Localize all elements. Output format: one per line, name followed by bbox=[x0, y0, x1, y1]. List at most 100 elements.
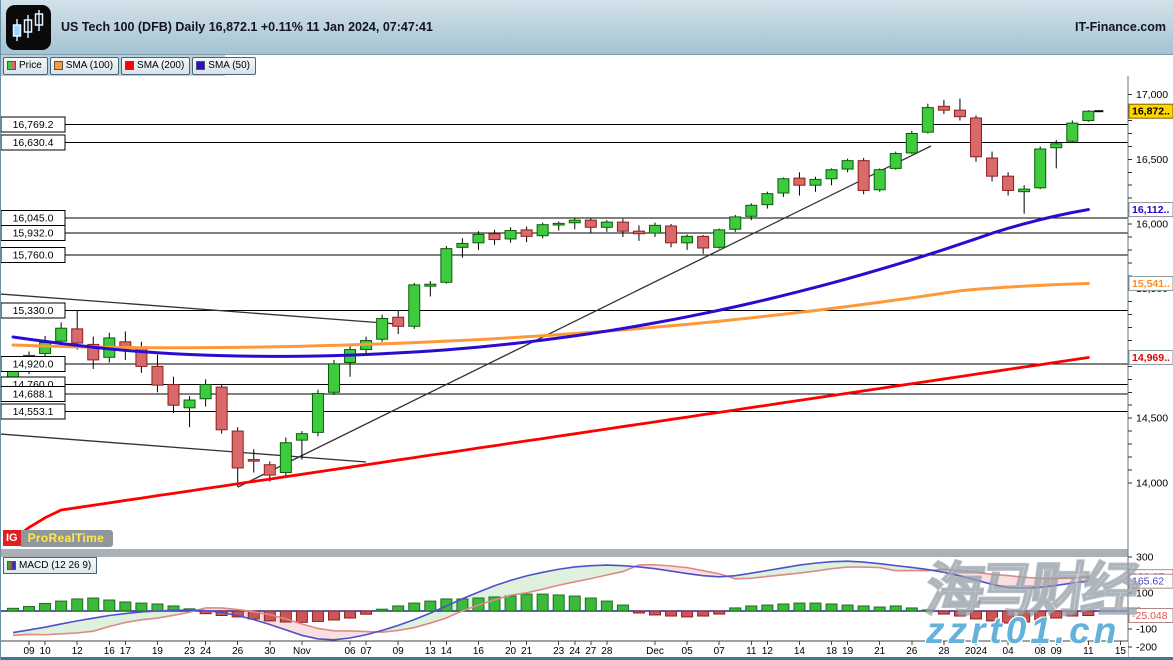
chart-canvas[interactable]: 16,769.216,630.416,045.015,932.015,760.0… bbox=[1, 76, 1173, 660]
candle bbox=[216, 384, 227, 434]
svg-text:19: 19 bbox=[152, 646, 164, 657]
candle bbox=[473, 231, 484, 250]
svg-text:16,500: 16,500 bbox=[1136, 154, 1168, 166]
sma50-color-chip bbox=[196, 61, 205, 70]
sma50-legend-button[interactable]: SMA (50) bbox=[192, 57, 256, 75]
svg-text:14: 14 bbox=[441, 646, 453, 657]
candle bbox=[987, 152, 998, 182]
svg-text:16: 16 bbox=[473, 646, 485, 657]
candle bbox=[601, 220, 612, 232]
svg-text:11: 11 bbox=[1083, 646, 1094, 657]
ig-prorealtime-logo[interactable]: IG ProRealTime bbox=[3, 529, 113, 547]
candle bbox=[906, 131, 917, 154]
candle bbox=[954, 99, 965, 121]
svg-text:27: 27 bbox=[585, 646, 597, 657]
candle bbox=[296, 431, 307, 459]
svg-text:28: 28 bbox=[601, 646, 613, 657]
candle bbox=[569, 218, 580, 229]
ig-logo: IG bbox=[3, 530, 21, 546]
svg-text:26: 26 bbox=[232, 646, 244, 657]
sma200-legend-button[interactable]: SMA (200) bbox=[121, 57, 190, 75]
svg-text:23: 23 bbox=[553, 646, 565, 657]
svg-text:21: 21 bbox=[521, 646, 533, 657]
price-legend-label: Price bbox=[19, 60, 42, 71]
svg-text:15,330.0: 15,330.0 bbox=[13, 305, 54, 317]
svg-text:05: 05 bbox=[682, 646, 694, 657]
candle bbox=[858, 158, 869, 194]
candle bbox=[1035, 146, 1046, 189]
macd-color-chip bbox=[7, 561, 16, 570]
candle bbox=[714, 229, 725, 249]
candle bbox=[312, 390, 323, 437]
candle bbox=[168, 377, 179, 413]
date-axis[interactable]: 09101216171923242630Nov06070913141620212… bbox=[1, 641, 1128, 657]
svg-text:19: 19 bbox=[842, 646, 854, 657]
svg-text:10: 10 bbox=[40, 646, 52, 657]
candle bbox=[778, 177, 789, 196]
price-axis[interactable]: 17,00016,50016,00015,50015,00014,50014,0… bbox=[1128, 76, 1173, 657]
price-color-chip bbox=[7, 61, 16, 70]
svg-text:14,500: 14,500 bbox=[1136, 413, 1168, 425]
svg-text:14,688.1: 14,688.1 bbox=[13, 388, 54, 400]
panel-separator[interactable] bbox=[1, 549, 1128, 557]
svg-text:-25.048: -25.048 bbox=[1132, 610, 1168, 622]
candlestick-app-icon[interactable] bbox=[6, 5, 51, 50]
candle bbox=[1083, 110, 1094, 122]
svg-text:24: 24 bbox=[200, 646, 212, 657]
price-level-lines bbox=[1, 125, 1128, 412]
candle bbox=[120, 331, 131, 359]
svg-text:14,000: 14,000 bbox=[1136, 477, 1168, 489]
svg-text:17,000: 17,000 bbox=[1136, 89, 1168, 101]
candle bbox=[730, 215, 741, 232]
candle bbox=[409, 283, 420, 329]
candle bbox=[938, 100, 949, 114]
macd-histogram bbox=[8, 594, 1094, 623]
svg-text:20: 20 bbox=[505, 646, 517, 657]
svg-text:23: 23 bbox=[184, 646, 196, 657]
candle bbox=[890, 152, 901, 170]
svg-text:14: 14 bbox=[794, 646, 806, 657]
macd-legend-button[interactable]: MACD (12 26 9) bbox=[3, 557, 97, 574]
svg-text:06: 06 bbox=[344, 646, 356, 657]
svg-text:17: 17 bbox=[120, 646, 132, 657]
candle bbox=[345, 346, 356, 377]
svg-text:12: 12 bbox=[762, 646, 774, 657]
sma100-color-chip bbox=[54, 61, 63, 70]
candle bbox=[1003, 172, 1014, 195]
svg-text:26: 26 bbox=[906, 646, 918, 657]
sma100-legend-button[interactable]: SMA (100) bbox=[50, 57, 119, 75]
candle bbox=[971, 115, 982, 162]
candle bbox=[553, 221, 564, 230]
svg-text:14,969..: 14,969.. bbox=[1132, 352, 1170, 364]
candle bbox=[489, 230, 500, 245]
svg-text:Dec: Dec bbox=[646, 646, 664, 657]
it-finance-brand: IT-Finance.com bbox=[1075, 20, 1166, 34]
trading-chart-window: US Tech 100 (DFB) Daily 16,872.1 +0.11% … bbox=[0, 0, 1173, 660]
candle bbox=[682, 234, 693, 250]
sma50-legend-label: SMA (50) bbox=[208, 60, 250, 71]
candle bbox=[280, 438, 291, 477]
svg-text:15: 15 bbox=[1115, 646, 1127, 657]
svg-text:09: 09 bbox=[1051, 646, 1063, 657]
svg-text:18: 18 bbox=[826, 646, 838, 657]
svg-text:12: 12 bbox=[72, 646, 84, 657]
candle bbox=[441, 246, 452, 284]
candle bbox=[746, 203, 757, 220]
trend-lines[interactable] bbox=[1, 146, 931, 487]
legend-button-bar: Price SMA (100) SMA (200) SMA (50) bbox=[1, 55, 225, 76]
svg-text:11: 11 bbox=[746, 646, 757, 657]
price-legend-button[interactable]: Price bbox=[3, 57, 48, 75]
candle bbox=[922, 104, 933, 134]
candle bbox=[650, 223, 661, 237]
svg-text:28: 28 bbox=[938, 646, 950, 657]
svg-text:14,920.0: 14,920.0 bbox=[13, 358, 54, 370]
svg-text:-200: -200 bbox=[1136, 642, 1157, 654]
candle bbox=[329, 360, 340, 395]
macd-fills bbox=[13, 561, 1088, 640]
chart-header: US Tech 100 (DFB) Daily 16,872.1 +0.11% … bbox=[1, 0, 1173, 55]
candle bbox=[842, 159, 853, 173]
candles bbox=[8, 99, 1094, 487]
svg-text:15,932.0: 15,932.0 bbox=[13, 227, 54, 239]
candle bbox=[377, 315, 388, 342]
candle bbox=[794, 172, 805, 195]
